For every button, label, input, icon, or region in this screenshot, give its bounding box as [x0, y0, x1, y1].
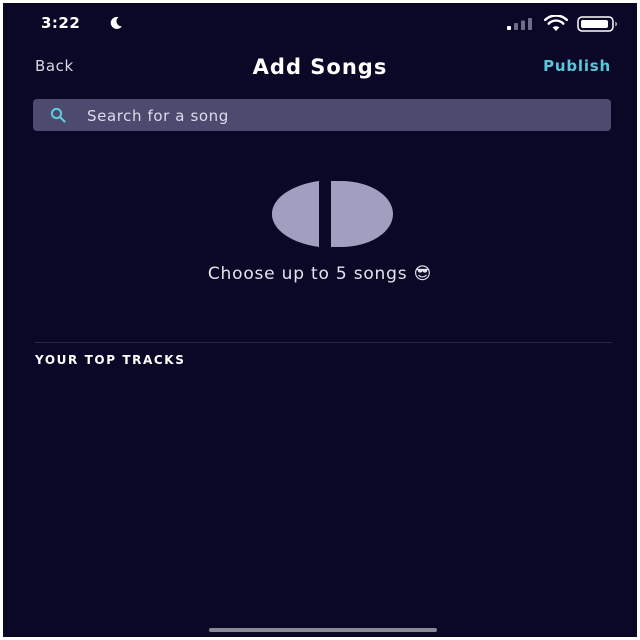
app-logo-icon [271, 181, 393, 247]
search-bar[interactable] [33, 99, 611, 131]
page-title: Add Songs [252, 55, 388, 79]
status-bar: 3:22 [3, 11, 637, 37]
home-indicator[interactable] [209, 628, 437, 632]
moon-icon [110, 16, 122, 29]
top-tracks-heading: YOUR TOP TRACKS [35, 353, 186, 367]
section-divider [35, 342, 612, 343]
wifi-icon [544, 15, 568, 31]
battery-icon [577, 16, 617, 32]
signal-icon [507, 18, 532, 30]
add-songs-screen: 3:22 Back Add Songs Publish Search for a… [3, 3, 637, 637]
search-icon [50, 107, 66, 123]
publish-button[interactable]: Publish [543, 57, 611, 75]
search-input[interactable] [85, 103, 599, 129]
status-time: 3:22 [41, 14, 81, 32]
empty-state-message: Choose up to 5 songs 😎 [207, 264, 433, 284]
